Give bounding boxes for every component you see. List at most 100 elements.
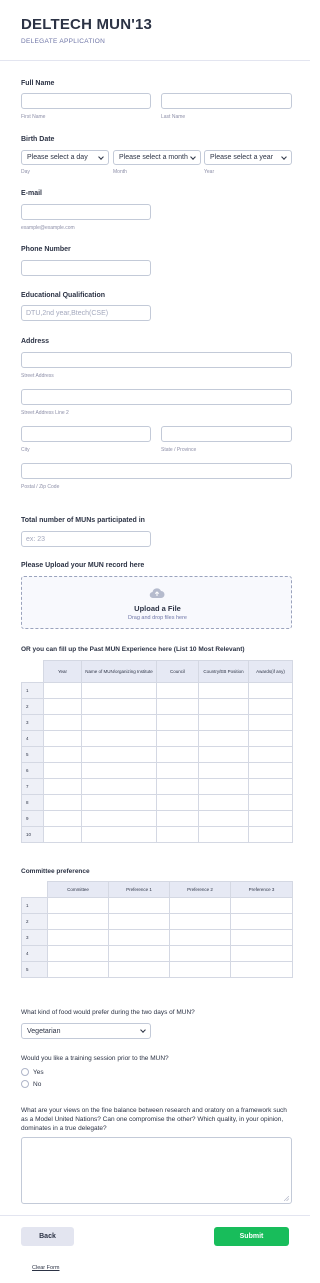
table-cell-input[interactable]: [169, 913, 231, 930]
education-placeholder: DTU,2nd year,Btech(CSE): [26, 309, 109, 317]
table-cell-input[interactable]: [81, 698, 157, 715]
table-cell-input[interactable]: [108, 913, 170, 930]
table-cell-input[interactable]: [198, 746, 249, 763]
table-cell-input[interactable]: [43, 682, 82, 699]
table-cell-input[interactable]: [248, 762, 293, 779]
table-cell-input[interactable]: [169, 961, 231, 978]
table-cell-input[interactable]: [156, 826, 199, 843]
table-cell-input[interactable]: [198, 762, 249, 779]
table-cell-input[interactable]: [43, 714, 82, 731]
table-cell-input[interactable]: [43, 762, 82, 779]
table-cell-input[interactable]: [156, 714, 199, 731]
table-cell-input[interactable]: [156, 778, 199, 795]
column-header: Council: [156, 660, 199, 683]
radio-yes[interactable]: [21, 1068, 29, 1076]
table-cell-input[interactable]: [156, 810, 199, 827]
table-cell-input[interactable]: [43, 826, 82, 843]
radio-no[interactable]: [21, 1080, 29, 1088]
table-cell-input[interactable]: [81, 746, 157, 763]
table-cell-input[interactable]: [43, 778, 82, 795]
table-cell-input[interactable]: [230, 897, 293, 914]
education-input[interactable]: DTU,2nd year,Btech(CSE): [21, 305, 151, 321]
submit-button[interactable]: Submit: [214, 1227, 289, 1246]
table-cell-input[interactable]: [43, 794, 82, 811]
table-cell-input[interactable]: [248, 746, 293, 763]
table-cell-input[interactable]: [198, 682, 249, 699]
table-cell-input[interactable]: [43, 746, 82, 763]
birth-year-select[interactable]: Please select a year: [204, 150, 292, 165]
muns-input[interactable]: ex: 23: [21, 531, 151, 547]
last-name-input[interactable]: [161, 93, 292, 109]
first-name-input[interactable]: [21, 93, 151, 109]
table-cell-input[interactable]: [230, 945, 293, 962]
row-number: 10: [21, 826, 44, 843]
table-cell-input[interactable]: [156, 794, 199, 811]
table-cell-input[interactable]: [47, 961, 109, 978]
table-cell-input[interactable]: [169, 945, 231, 962]
table-cell-input[interactable]: [81, 810, 157, 827]
table-cell-input[interactable]: [81, 826, 157, 843]
table-cell-input[interactable]: [108, 945, 170, 962]
back-button[interactable]: Back: [21, 1227, 74, 1246]
table-row: 2: [21, 913, 293, 930]
table-cell-input[interactable]: [156, 698, 199, 715]
phone-label: Phone Number: [21, 246, 71, 253]
table-cell-input[interactable]: [47, 929, 109, 946]
table-cell-input[interactable]: [248, 810, 293, 827]
table-cell-input[interactable]: [108, 961, 170, 978]
food-select[interactable]: Vegetarian: [21, 1023, 151, 1039]
table-cell-input[interactable]: [43, 698, 82, 715]
table-cell-input[interactable]: [198, 778, 249, 795]
postal-input[interactable]: [21, 463, 292, 479]
table-cell-input[interactable]: [81, 794, 157, 811]
table-cell-input[interactable]: [81, 714, 157, 731]
table-cell-input[interactable]: [156, 730, 199, 747]
phone-input[interactable]: [21, 260, 151, 276]
table-cell-input[interactable]: [198, 794, 249, 811]
table-cell-input[interactable]: [156, 682, 199, 699]
street2-input[interactable]: [21, 389, 292, 405]
table-cell-input[interactable]: [169, 897, 231, 914]
table-cell-input[interactable]: [108, 897, 170, 914]
table-cell-input[interactable]: [248, 714, 293, 731]
city-input[interactable]: [21, 426, 151, 442]
table-cell-input[interactable]: [169, 929, 231, 946]
table-cell-input[interactable]: [230, 929, 293, 946]
table-cell-input[interactable]: [248, 698, 293, 715]
training-option-no[interactable]: No: [21, 1080, 41, 1088]
table-cell-input[interactable]: [156, 762, 199, 779]
table-cell-input[interactable]: [47, 913, 109, 930]
views-textarea[interactable]: [21, 1137, 292, 1204]
file-upload-dropzone[interactable]: Upload a File Drag and drop files here: [21, 576, 292, 629]
table-cell-input[interactable]: [47, 945, 109, 962]
table-cell-input[interactable]: [198, 826, 249, 843]
training-option-yes[interactable]: Yes: [21, 1068, 44, 1076]
table-cell-input[interactable]: [248, 794, 293, 811]
table-cell-input[interactable]: [108, 929, 170, 946]
table-cell-input[interactable]: [81, 682, 157, 699]
table-cell-input[interactable]: [43, 810, 82, 827]
table-cell-input[interactable]: [198, 698, 249, 715]
table-cell-input[interactable]: [43, 730, 82, 747]
state-input[interactable]: [161, 426, 292, 442]
table-cell-input[interactable]: [198, 730, 249, 747]
table-cell-input[interactable]: [248, 682, 293, 699]
table-cell-input[interactable]: [81, 762, 157, 779]
form-title: DELTECH MUN'13: [21, 16, 153, 33]
email-input[interactable]: [21, 204, 151, 220]
table-cell-input[interactable]: [81, 778, 157, 795]
table-cell-input[interactable]: [230, 961, 293, 978]
table-cell-input[interactable]: [230, 913, 293, 930]
birth-month-select[interactable]: Please select a month: [113, 150, 201, 165]
table-cell-input[interactable]: [47, 897, 109, 914]
table-cell-input[interactable]: [198, 810, 249, 827]
table-cell-input[interactable]: [248, 826, 293, 843]
table-cell-input[interactable]: [81, 730, 157, 747]
birth-day-select[interactable]: Please select a day: [21, 150, 109, 165]
clear-form-link[interactable]: Clear Form: [32, 1265, 60, 1271]
table-cell-input[interactable]: [248, 730, 293, 747]
table-cell-input[interactable]: [198, 714, 249, 731]
table-cell-input[interactable]: [248, 778, 293, 795]
street-input[interactable]: [21, 352, 292, 368]
table-cell-input[interactable]: [156, 746, 199, 763]
